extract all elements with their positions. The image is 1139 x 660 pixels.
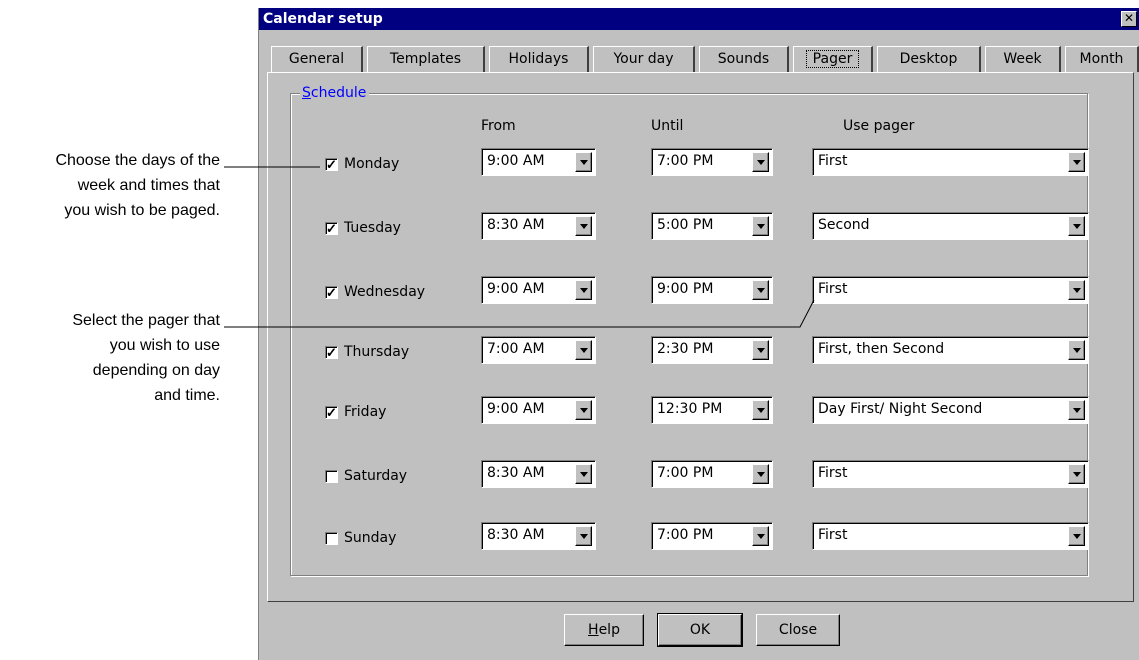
annotation-leader-lines — [224, 166, 815, 328]
ok-button[interactable]: OK — [657, 613, 743, 647]
help-button[interactable]: Help — [564, 614, 644, 646]
close-button[interactable]: Close — [756, 614, 840, 646]
